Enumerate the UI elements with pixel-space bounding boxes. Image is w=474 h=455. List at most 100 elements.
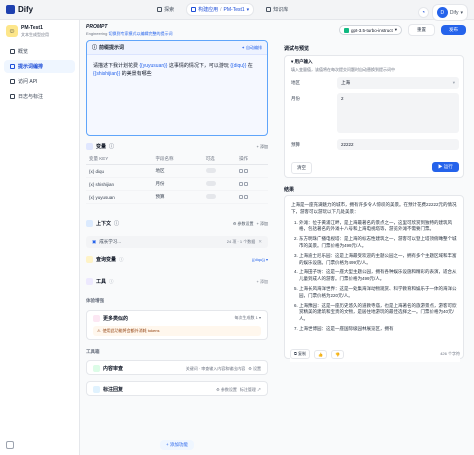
region-field[interactable]: 上海 ▾	[337, 77, 459, 89]
settings-icon[interactable]	[239, 168, 244, 173]
moderation-card: 内容审查 关键词 · 审查输入内容和输出内容 ⚙ 设置	[86, 360, 268, 375]
trash-icon[interactable]	[244, 194, 249, 199]
annotation-settings-label: 参数设置	[220, 386, 237, 392]
variable-key-text: diqu	[95, 168, 105, 174]
external-link-icon: ↗	[257, 386, 261, 392]
sparkle-icon: ✦	[241, 44, 245, 50]
copy-icon	[93, 315, 100, 322]
clear-button[interactable]: 清空	[291, 162, 312, 174]
curly-icon: {x}	[89, 168, 95, 174]
add-variable-button[interactable]: + 添加	[257, 144, 268, 150]
variables-section: 变量 ⓘ + 添加 变量 KEY 字段名称 可选 操作 {x} diqu 地区 …	[86, 143, 268, 204]
dataset-item[interactable]: ▣ 成长学习... 24 项 · 1 个数据 ✕	[86, 236, 268, 248]
nav-explore-label: 探索	[164, 7, 175, 13]
book-icon	[266, 7, 272, 12]
trash-icon[interactable]: ✕	[258, 239, 262, 245]
toolbox-group-label: 工具箱	[86, 349, 100, 354]
result-intro: 上海是一座充满魅力的城市，拥有许多令人惊叹的美景。在预计花费22222元的情况下…	[291, 202, 457, 214]
prompt-title: PROMPT	[86, 24, 108, 30]
info-icon: ⓘ	[109, 278, 114, 284]
sliders-icon: ⚙	[232, 220, 237, 226]
token-warning-text: 使用此功能将会额外消耗 tokens	[102, 328, 160, 333]
annotation-settings-button[interactable]: ⚙ 参数设置	[216, 387, 237, 393]
trash-icon[interactable]	[244, 181, 249, 186]
result-list: 外滩：位于黄浦江畔，是上海最著名的景点之一，这里可欣赏到独特的建筑风格，包括著名…	[291, 220, 457, 333]
copy-label: 复制	[297, 351, 306, 356]
result-card: 上海是一座充满魅力的城市，拥有许多令人惊叹的美景。在预计花费22222元的情况下…	[284, 195, 464, 359]
month-field[interactable]: 2	[337, 93, 459, 133]
optional-toggle[interactable]	[205, 181, 216, 186]
nav-explore[interactable]: 探索	[153, 4, 178, 15]
publish-button[interactable]: 发布	[441, 25, 466, 35]
copy-button[interactable]: ⧉ 复制	[290, 349, 310, 359]
auto-orchestrate-button[interactable]: ✦ 自动编排	[242, 45, 262, 51]
user-input-title-wrap: ▾ 用户输入	[291, 59, 313, 65]
thumbs-down-icon[interactable]: 👎	[330, 349, 344, 359]
context-section: 上下文 ⓘ ⚙ 参数设置 + 添加	[86, 220, 268, 227]
auto-orchestrate-label: 自动编排	[246, 44, 262, 50]
prompt-subtitle: Engineering 切换到专家模式以编辑完整的提示词	[86, 31, 172, 37]
sidebar-collapse-icon[interactable]	[6, 441, 14, 449]
add-feature-button[interactable]: + 添加功能	[160, 440, 194, 450]
nav-build-apps[interactable]: 构建应用 / PM-Test1 ▾	[186, 3, 255, 16]
user-area: ◔ D Dify ▾	[417, 4, 468, 21]
budget-field[interactable]: 22222	[337, 139, 459, 150]
sidebar-item-overview[interactable]: 概览	[4, 45, 75, 58]
book-icon	[86, 220, 93, 227]
model-selector[interactable]: gpt-3.5-turbo-instruct ▾	[338, 25, 402, 35]
moderation-settings-button[interactable]: ⚙ 设置	[248, 366, 261, 372]
query-variable-select[interactable]: {{diqu}} ▾	[252, 257, 268, 262]
prefix-prompt-editor[interactable]: 请描述下我计划花费 {{yuyusuan}} 这事情的情况下，可以游玩 {{di…	[87, 55, 267, 85]
expert-mode-link[interactable]: 切换到专家模式以编辑完整的提示词	[108, 31, 172, 36]
copy-icon: ⧉	[294, 351, 297, 356]
tools-row: 工具 ⓘ + 添加	[86, 278, 268, 285]
result-label: 结果	[284, 187, 295, 193]
plugin-icon: ◔	[421, 9, 426, 16]
list-item: 上海世博园：这是一座国际级园林展览区，拥有	[299, 326, 457, 333]
nav-knowledge[interactable]: 知识库	[262, 4, 292, 15]
sidebar: ☺ PM-Test1 文本生成型应用 概览 提示词编排 访问 API 日志与标注	[0, 20, 80, 455]
dataset-name-wrap: ▣ 成长学习...	[92, 239, 121, 245]
top-bar: Dify 探索 构建应用 / PM-Test1 ▾ 知识库 ◔ D Dify ▾	[0, 0, 474, 21]
reset-button[interactable]: 重置	[408, 24, 435, 36]
annotation-manage-button[interactable]: 标注管理 ↗	[240, 387, 261, 393]
brand-logo[interactable]: Dify	[6, 5, 33, 14]
sidebar-item-prompt[interactable]: 提示词编排	[4, 60, 75, 73]
list-item: 外滩：位于黄浦江畔，是上海最著名的景点之一，这里可欣赏到独特的建筑风格，包括著名…	[299, 220, 457, 234]
variable-name[interactable]: 月份	[152, 177, 203, 191]
more-like-this-setting[interactable]: 每次生成数 1 ▾	[235, 315, 261, 322]
sliders-icon: ⚙	[216, 386, 220, 392]
chevron-down-icon[interactable]: ▾	[291, 59, 293, 64]
add-context-button[interactable]: + 添加	[257, 221, 268, 227]
moderation-title-wrap: 内容审查	[93, 365, 123, 372]
trash-icon[interactable]	[244, 168, 249, 173]
variable-name[interactable]: 地区	[152, 164, 203, 178]
variable-key[interactable]: {x} yuyusuan	[86, 190, 153, 204]
variable-key[interactable]: {x} diqu	[86, 164, 153, 178]
variable-name[interactable]: 预算	[152, 190, 203, 204]
folder-icon: ▣	[92, 239, 97, 244]
search-icon	[86, 256, 93, 263]
sidebar-item-api[interactable]: 访问 API	[4, 75, 75, 88]
settings-icon[interactable]	[239, 181, 244, 186]
debug-title: 调试与预览	[284, 46, 310, 52]
optional-toggle[interactable]	[205, 168, 216, 173]
variable-key[interactable]: {x} shishijian	[86, 177, 153, 191]
run-button[interactable]: ▶ 运行	[432, 162, 459, 172]
settings-icon[interactable]	[239, 194, 244, 199]
nav-build-apps-label: 构建应用	[198, 7, 219, 13]
optional-toggle[interactable]	[205, 194, 216, 199]
result-footer: ⧉ 复制 👍 👎 426 个字符	[290, 346, 460, 362]
user-menu[interactable]: D Dify ▾	[431, 4, 468, 21]
nav-current-app-label[interactable]: PM-Test1	[224, 7, 245, 13]
add-tool-button[interactable]: + 添加	[257, 279, 268, 285]
avatar: D	[436, 7, 448, 18]
plugin-button[interactable]: ◔	[417, 7, 429, 18]
thumbs-up-icon[interactable]: 👍	[313, 349, 327, 359]
app-emoji-icon: ☺	[6, 25, 18, 37]
sidebar-item-logs[interactable]: 日志与标注	[4, 90, 75, 103]
context-param-setting[interactable]: ⚙ 参数设置	[233, 221, 254, 227]
field-label-region: 地区	[291, 80, 300, 85]
message-icon	[93, 386, 100, 393]
prompt-text: 请描述下我计划花费	[93, 63, 140, 69]
